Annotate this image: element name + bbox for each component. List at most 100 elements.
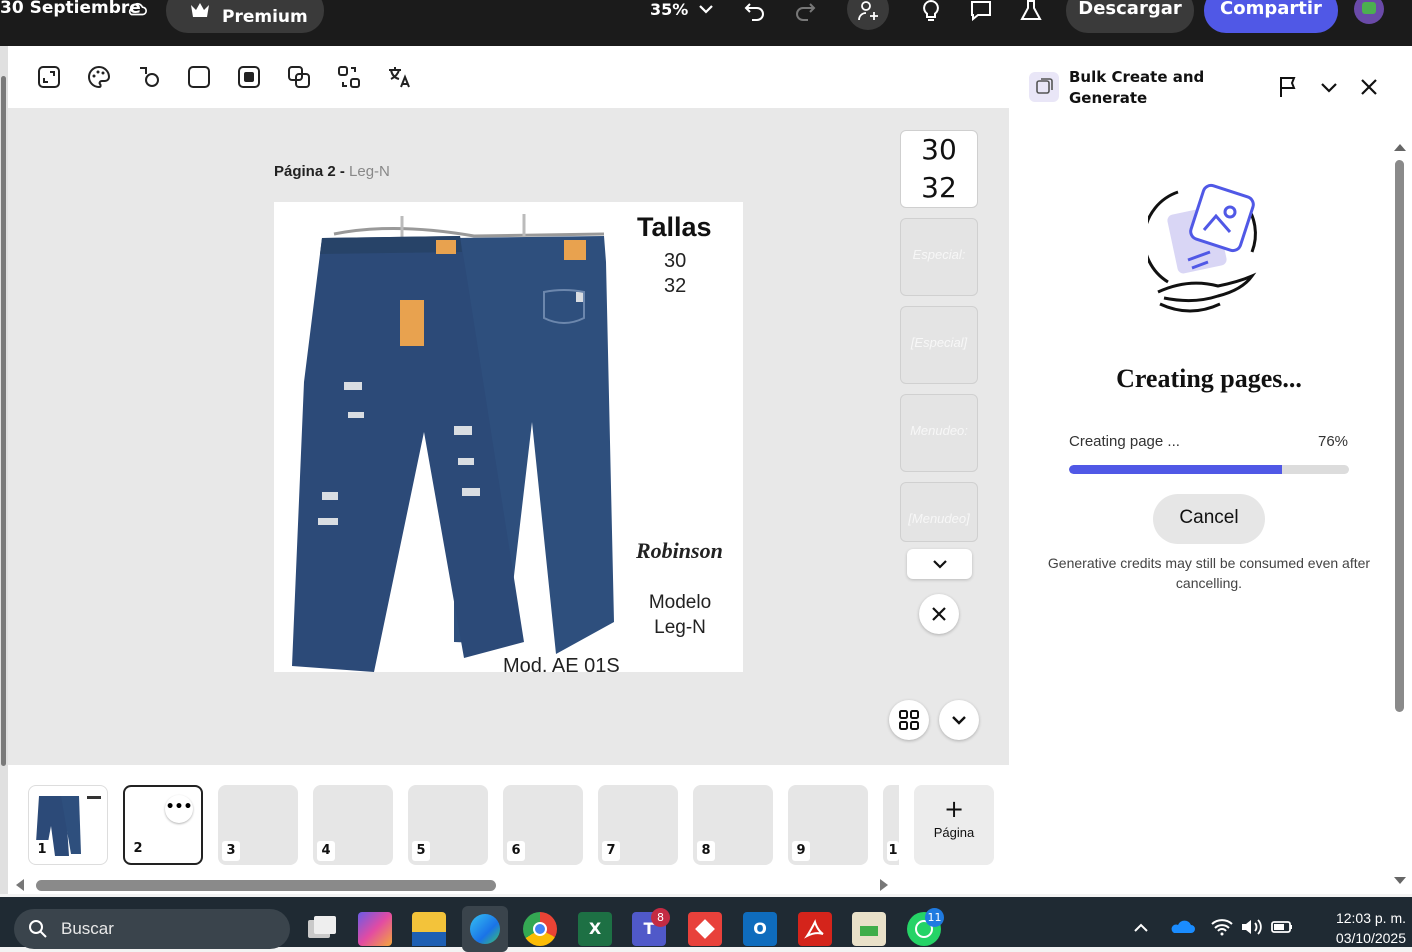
comment-icon[interactable]: [968, 0, 994, 24]
m365-icon[interactable]: [358, 912, 392, 946]
page-thumbnail-1[interactable]: 1: [28, 785, 108, 865]
share-button[interactable]: Compartir: [1204, 0, 1338, 33]
page-thumbnail-2[interactable]: ••• 2: [123, 785, 203, 865]
resize-icon[interactable]: [36, 64, 62, 90]
progress-bar: [1069, 465, 1349, 474]
translate-icon[interactable]: [386, 64, 412, 90]
chevron-down-icon[interactable]: [1320, 80, 1338, 94]
volume-icon[interactable]: [1240, 918, 1264, 936]
talla-value[interactable]: 30: [664, 250, 686, 273]
close-icon[interactable]: [1360, 78, 1378, 96]
taskbar-search[interactable]: [14, 909, 290, 949]
taskbar-clock[interactable]: 12:03 p. m. 03/10/2025: [1306, 908, 1406, 948]
whatsapp-badge: 11: [925, 908, 944, 927]
task-view-icon[interactable]: [304, 912, 338, 946]
zoom-level[interactable]: 35%: [650, 0, 688, 19]
scroll-left-icon[interactable]: [16, 879, 26, 891]
page-thumbnail-10[interactable]: 1: [883, 785, 899, 865]
chevron-down-icon[interactable]: [698, 2, 714, 16]
cloud-save-icon[interactable]: [126, 0, 148, 18]
page-number: 3: [222, 841, 240, 861]
modelo-value[interactable]: Leg-N: [620, 617, 740, 639]
page-thumbnail-7[interactable]: 7: [598, 785, 678, 865]
onedrive-icon[interactable]: [1169, 918, 1195, 936]
layers-icon[interactable]: [286, 64, 312, 90]
flag-icon[interactable]: [1277, 75, 1301, 99]
cancel-button[interactable]: Cancel: [1153, 494, 1265, 544]
page-title[interactable]: Página 2 - Leg-N: [274, 163, 390, 180]
premium-button[interactable]: Premium: [166, 0, 324, 33]
bulk-create-icon: [1029, 72, 1059, 102]
credits-note: Generative credits may still be consumed…: [1047, 555, 1371, 591]
page-number: 1: [33, 840, 51, 860]
search-icon: [29, 920, 47, 938]
clock-time: 12:03 p. m.: [1335, 910, 1406, 926]
replace-icon[interactable]: [336, 64, 362, 90]
page-thumbnail-4[interactable]: 4: [313, 785, 393, 865]
tallas-title[interactable]: Tallas: [637, 212, 712, 243]
page-thumbnail-3[interactable]: 3: [218, 785, 298, 865]
panel-scrollbar[interactable]: [1395, 160, 1404, 712]
scroll-right-icon[interactable]: [878, 879, 888, 891]
acrobat-icon[interactable]: [798, 912, 832, 946]
side-card-size: 32: [921, 171, 957, 204]
close-cards-button[interactable]: [919, 594, 959, 634]
undo-icon[interactable]: [742, 0, 768, 24]
chevron-up-icon[interactable]: [1133, 922, 1149, 934]
page-thumbnail-6[interactable]: 6: [503, 785, 583, 865]
frame-icon[interactable]: [186, 64, 212, 90]
side-card-sizes[interactable]: 30 32: [900, 130, 978, 208]
add-page-button[interactable]: + Página: [914, 785, 994, 865]
horizontal-scrollbar[interactable]: [36, 880, 496, 891]
outlook-icon[interactable]: O: [743, 912, 777, 946]
shapes-icon[interactable]: [136, 64, 162, 90]
page-thumbnail-8[interactable]: 8: [693, 785, 773, 865]
side-card-placeholder: Menudeo:: [910, 423, 968, 438]
page-thumbnail-5[interactable]: 5: [408, 785, 488, 865]
redo-icon[interactable]: [792, 0, 818, 24]
download-button[interactable]: Descargar: [1066, 0, 1194, 33]
mask-icon[interactable]: [236, 64, 262, 90]
page-number-label: Página 2 -: [274, 163, 350, 180]
wifi-icon[interactable]: [1210, 918, 1234, 936]
excel-icon[interactable]: X: [578, 912, 612, 946]
more-cards-button[interactable]: [907, 549, 972, 579]
file-explorer-icon[interactable]: [412, 912, 446, 946]
edge-icon[interactable]: [462, 906, 508, 952]
anydesk-icon[interactable]: [688, 912, 722, 946]
collapse-pages-button[interactable]: [939, 700, 979, 740]
chevron-down-icon: [952, 716, 966, 725]
add-person-icon: [858, 1, 878, 21]
flask-icon[interactable]: [1018, 0, 1044, 24]
page-name-label: Leg-N: [349, 163, 390, 180]
scroll-down-icon[interactable]: [1393, 876, 1407, 886]
battery-icon[interactable]: [1270, 918, 1294, 936]
side-card-especial-value[interactable]: [Especial]: [900, 306, 978, 384]
search-placeholder[interactable]: Buscar: [61, 919, 114, 939]
model-code-text[interactable]: Mod. AE 01S: [503, 656, 620, 672]
scroll-up-icon[interactable]: [1393, 142, 1407, 152]
edit-toolbar: [8, 46, 1009, 108]
page-thumbnail-9[interactable]: 9: [788, 785, 868, 865]
left-scrollbar[interactable]: [0, 46, 8, 894]
brand-logo-text[interactable]: Robinson: [636, 538, 723, 564]
notepad-icon[interactable]: [852, 912, 886, 946]
lightbulb-icon[interactable]: [918, 0, 944, 24]
chrome-icon[interactable]: [523, 912, 557, 946]
app-header: 30 Septiembre Premium 35% Descargar Comp…: [0, 0, 1412, 46]
side-card-placeholder: Especial:: [912, 247, 966, 262]
side-card-especial[interactable]: Especial:: [900, 218, 978, 296]
close-icon: [932, 607, 946, 621]
avatar[interactable]: [1354, 0, 1384, 24]
artboard-footer-clip: Mod. AE 01S: [274, 656, 743, 672]
side-card-menudeo-value[interactable]: [Menudeo]: [900, 482, 978, 542]
palette-icon[interactable]: [86, 64, 112, 90]
more-options-icon[interactable]: •••: [165, 795, 193, 823]
grid-view-button[interactable]: [889, 700, 929, 740]
modelo-label[interactable]: Modelo: [620, 592, 740, 614]
side-card-menudeo[interactable]: Menudeo:: [900, 394, 978, 472]
document-title[interactable]: 30 Septiembre: [0, 0, 141, 18]
talla-value[interactable]: 32: [664, 275, 686, 298]
invite-button[interactable]: [847, 0, 889, 30]
side-card-size: 30: [921, 133, 957, 166]
